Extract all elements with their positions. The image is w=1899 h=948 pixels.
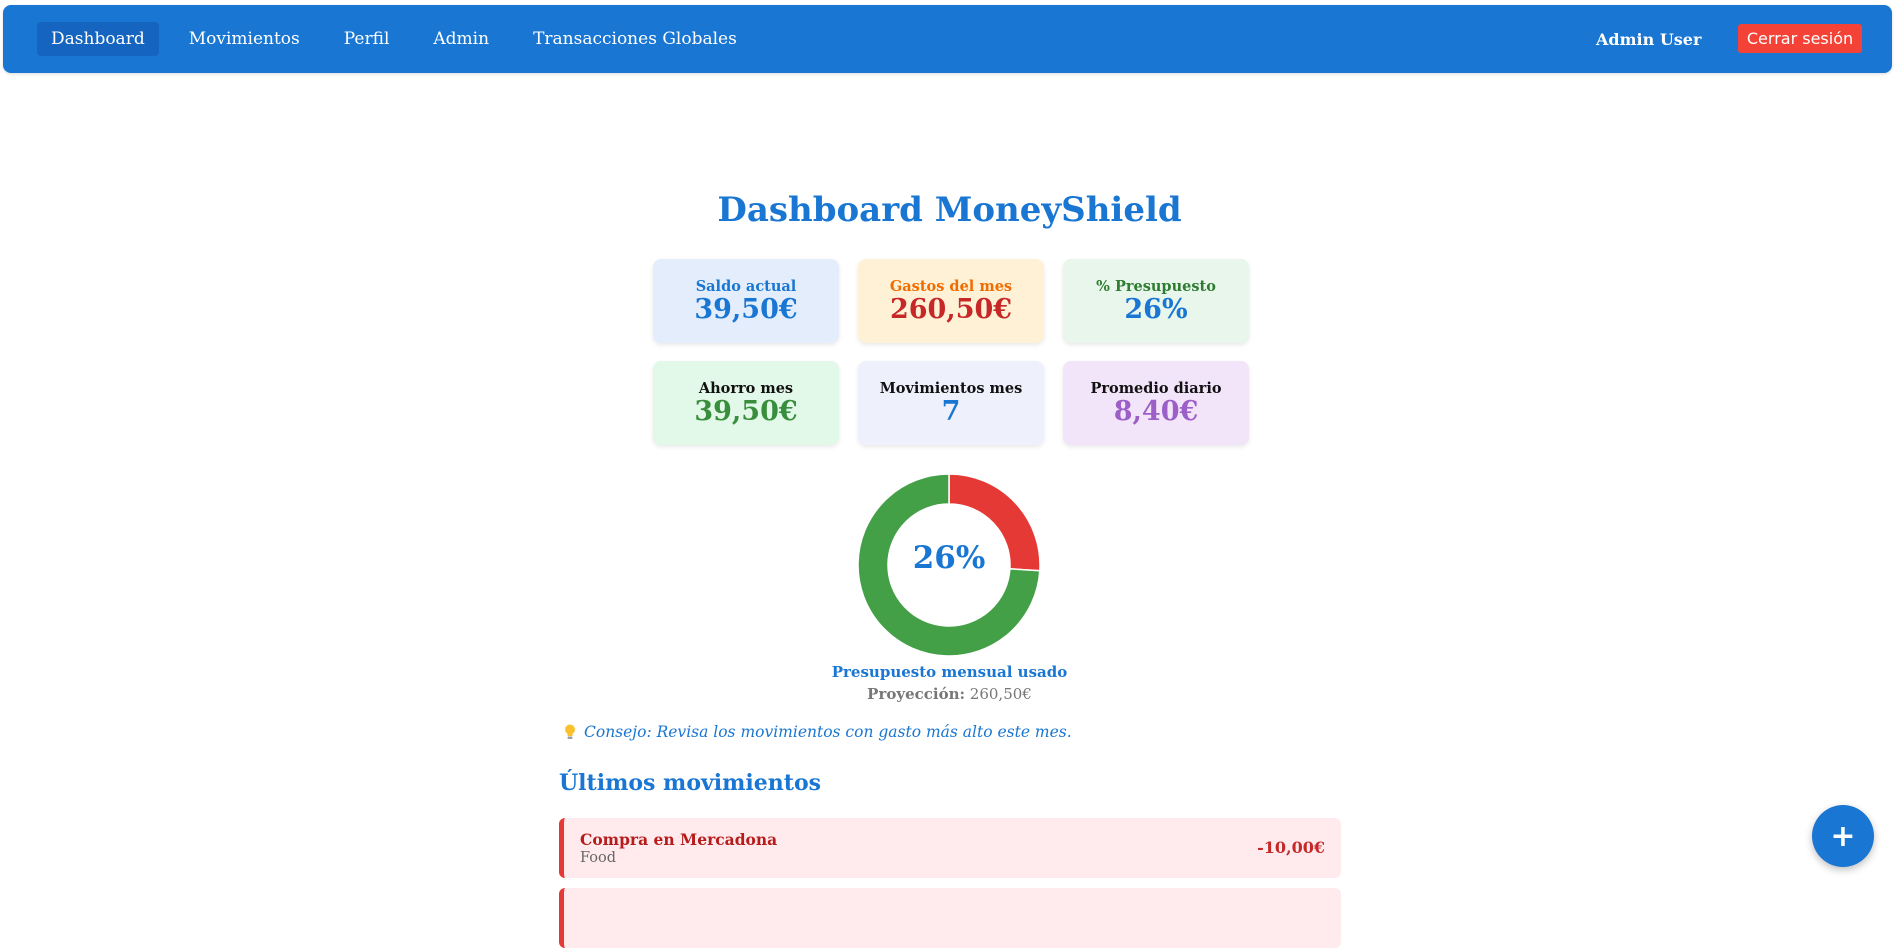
donut-center-label: 26% [912, 540, 986, 576]
nav-link-dashboard[interactable]: Dashboard [37, 22, 159, 56]
logout-button[interactable]: Cerrar sesión [1738, 24, 1862, 53]
stat-card-saldo: Saldo actual 39,50€ [653, 259, 839, 343]
stat-label: Saldo actual [695, 278, 797, 295]
nav-link-movimientos[interactable]: Movimientos [175, 22, 314, 56]
projection-line: Proyección: 260,50€ [0, 685, 1899, 703]
nav-links: Dashboard Movimientos Perfil Admin Trans… [37, 5, 767, 73]
nav-link-admin[interactable]: Admin [419, 22, 503, 56]
stat-label: % Presupuesto [1096, 278, 1216, 295]
movement-category: Food [580, 850, 617, 866]
stat-value: 26% [1124, 294, 1188, 325]
projection-label: Proyección: [867, 685, 966, 703]
stat-label: Ahorro mes [698, 380, 794, 397]
stat-value: 39,50€ [694, 396, 798, 427]
stat-value: 8,40€ [1113, 396, 1199, 427]
nav-link-perfil[interactable]: Perfil [330, 22, 404, 56]
stat-label: Promedio diario [1090, 380, 1222, 397]
donut-caption: Presupuesto mensual usado [831, 663, 1068, 681]
stat-value: 39,50€ [694, 294, 798, 325]
projection-value: 260,50€ [965, 685, 1032, 703]
add-movement-button[interactable]: + [1812, 805, 1874, 867]
movement-item[interactable]: Compra en Mercadona Food -10,00€ [559, 818, 1341, 878]
recent-movements-title: Últimos movimientos [559, 770, 822, 796]
stat-card-ahorro: Ahorro mes 39,50€ [653, 361, 839, 445]
stat-card-gastos: Gastos del mes 260,50€ [858, 259, 1044, 343]
stat-value: 7 [941, 396, 961, 427]
stat-card-promedio: Promedio diario 8,40€ [1063, 361, 1249, 445]
stat-card-presupuesto: % Presupuesto 26% [1063, 259, 1249, 343]
page-title: Dashboard MoneyShield [717, 190, 1182, 230]
tip: Consejo: Revisa los movimientos con gast… [564, 723, 1072, 741]
stat-label: Movimientos mes [879, 380, 1023, 397]
stat-label: Gastos del mes [889, 278, 1013, 295]
current-user-name: Admin User [1596, 30, 1702, 49]
movement-title: Compra en Mercadona [580, 830, 778, 849]
stat-value: 260,50€ [889, 294, 1013, 325]
nav-link-transacciones-globales[interactable]: Transacciones Globales [519, 22, 751, 56]
stat-card-movimientos: Movimientos mes 7 [858, 361, 1044, 445]
top-navbar: Dashboard Movimientos Perfil Admin Trans… [3, 5, 1892, 73]
movement-amount: -10,00€ [1257, 838, 1325, 857]
tip-text: Consejo: Revisa los movimientos con gast… [584, 723, 1072, 741]
lightbulb-icon [565, 724, 575, 739]
movement-item[interactable] [559, 888, 1341, 948]
